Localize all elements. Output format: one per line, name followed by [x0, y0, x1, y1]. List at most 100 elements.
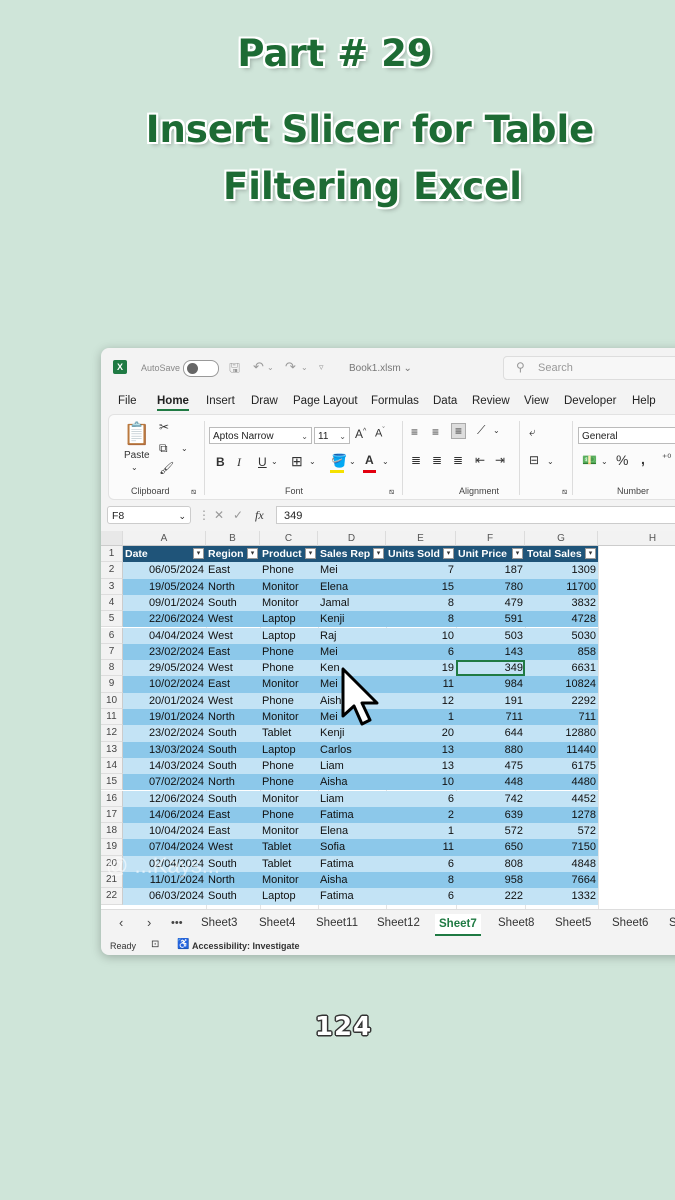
undo-icon[interactable]: ↶	[253, 359, 264, 375]
table-cell[interactable]: South	[206, 757, 260, 775]
align-right-icon[interactable]: ≣	[453, 453, 463, 467]
table-cell[interactable]: Elena	[318, 823, 386, 840]
table-cell[interactable]: Fatima	[318, 855, 386, 872]
table-cell[interactable]: West	[206, 611, 260, 628]
row-header[interactable]: 15	[101, 774, 123, 791]
table-header-cell[interactable]: Region ▾	[206, 546, 260, 563]
table-cell[interactable]: 858	[525, 643, 598, 661]
select-all-corner[interactable]	[101, 531, 123, 546]
table-cell[interactable]: 10/02/2024	[123, 676, 206, 693]
underline-button[interactable]: U	[258, 455, 267, 469]
table-cell[interactable]: Phone	[260, 660, 318, 677]
table-cell[interactable]: East	[206, 562, 260, 579]
table-cell[interactable]: 7664	[525, 872, 598, 889]
table-cell[interactable]: 1	[386, 823, 456, 840]
table-cell[interactable]: 742	[456, 790, 525, 807]
name-box[interactable]: F8 ⌄	[107, 506, 191, 524]
column-header-a[interactable]: A	[123, 531, 206, 546]
row-header[interactable]: 14	[101, 757, 123, 775]
table-cell[interactable]: Elena	[318, 578, 386, 595]
table-cell[interactable]: Liam	[318, 757, 386, 775]
table-cell[interactable]: 10	[386, 627, 456, 644]
table-cell[interactable]: 958	[456, 872, 525, 889]
table-cell[interactable]: Phone	[260, 806, 318, 824]
table-cell[interactable]: 20/01/2024	[123, 692, 206, 709]
table-cell[interactable]: 644	[456, 725, 525, 742]
table-cell[interactable]: 11440	[525, 741, 598, 758]
grow-font-icon[interactable]: A^	[355, 427, 366, 441]
table-cell[interactable]: 187	[456, 562, 525, 579]
paste-dropdown-icon[interactable]: ⌄	[131, 463, 138, 472]
paste-icon[interactable]: 📋	[123, 421, 150, 447]
row-header[interactable]: 17	[101, 806, 123, 824]
redo-dropdown-icon[interactable]: ⌄	[301, 363, 308, 372]
accessibility-icon[interactable]: ♿	[177, 939, 189, 950]
table-cell[interactable]: 19/01/2024	[123, 709, 206, 726]
column-header-d[interactable]: D	[318, 531, 386, 546]
row-header[interactable]: 18	[101, 823, 123, 840]
accounting-format-icon[interactable]: 💵	[582, 453, 597, 467]
row-header[interactable]: 9	[101, 676, 123, 693]
filter-dropdown-icon[interactable]: ▾	[585, 548, 596, 559]
table-cell[interactable]: 591	[456, 611, 525, 628]
more-options-icon[interactable]: ⋮	[198, 508, 210, 522]
orientation-icon[interactable]: ⟋	[477, 423, 485, 438]
row-header[interactable]: 8	[101, 660, 123, 677]
sheet-tab[interactable]: Sheet4	[259, 917, 295, 929]
table-cell[interactable]: Tablet	[260, 839, 318, 856]
table-cell[interactable]: East	[206, 643, 260, 661]
table-cell[interactable]: 22/06/2024	[123, 611, 206, 628]
filter-dropdown-icon[interactable]: ▾	[305, 548, 316, 559]
increase-decimal-icon[interactable]: ⁺⁰	[662, 453, 671, 464]
table-header-cell[interactable]: Product ▾	[260, 546, 318, 563]
row-header[interactable]: 16	[101, 790, 123, 807]
table-cell[interactable]: 09/01/2024	[123, 594, 206, 612]
tab-page-layout[interactable]: Page Layout	[293, 395, 358, 407]
table-cell[interactable]: Tablet	[260, 855, 318, 872]
table-cell[interactable]: Monitor	[260, 823, 318, 840]
table-cell[interactable]: Monitor	[260, 872, 318, 889]
row-header[interactable]: 6	[101, 627, 123, 644]
table-cell[interactable]: 4728	[525, 611, 598, 628]
table-cell[interactable]: 13	[386, 757, 456, 775]
table-cell[interactable]: 29/05/2024	[123, 660, 206, 677]
table-cell[interactable]: 880	[456, 741, 525, 758]
table-cell[interactable]: 650	[456, 839, 525, 856]
sheet-tab[interactable]: Sheet5	[555, 917, 591, 929]
table-cell[interactable]: North	[206, 709, 260, 726]
sheet-tab[interactable]: Sheet8	[498, 917, 534, 929]
table-header-cell[interactable]: Sales Rep ▾	[318, 546, 386, 563]
fill-color-icon[interactable]: 🪣	[331, 453, 347, 469]
table-cell[interactable]: South	[206, 888, 260, 905]
prev-sheet-icon[interactable]: ‹	[119, 915, 123, 930]
bold-button[interactable]: B	[216, 455, 225, 469]
table-cell[interactable]: 6631	[525, 660, 598, 677]
table-cell[interactable]: 448	[456, 774, 525, 791]
table-cell[interactable]: 711	[456, 709, 525, 726]
align-top-icon[interactable]: ≡	[411, 425, 418, 439]
table-cell[interactable]: 7150	[525, 839, 598, 856]
table-cell[interactable]: 06/05/2024	[123, 562, 206, 579]
table-cell[interactable]: West	[206, 692, 260, 709]
table-cell[interactable]: Aisha	[318, 774, 386, 791]
worksheet-grid[interactable]: A B C D E F G H 1 Date ▾ Region ▾ Product ▾ Sales Rep ▾ U…	[101, 531, 675, 909]
row-header[interactable]: 1	[101, 546, 123, 563]
table-header-cell[interactable]: Date ▾	[123, 546, 206, 563]
row-header[interactable]: 5	[101, 611, 123, 628]
tab-home[interactable]: Home	[157, 395, 189, 411]
tab-review[interactable]: Review	[472, 395, 510, 407]
table-cell[interactable]: 503	[456, 627, 525, 644]
tab-formulas[interactable]: Formulas	[371, 395, 419, 407]
table-cell[interactable]: Tablet	[260, 725, 318, 742]
table-cell[interactable]: 808	[456, 855, 525, 872]
table-cell[interactable]: 12880	[525, 725, 598, 742]
column-header-b[interactable]: B	[206, 531, 260, 546]
filter-dropdown-icon[interactable]: ▾	[247, 548, 258, 559]
tab-draw[interactable]: Draw	[251, 395, 278, 407]
table-cell[interactable]: Phone	[260, 643, 318, 661]
table-cell[interactable]: Sofia	[318, 839, 386, 856]
orientation-dropdown-icon[interactable]: ⌄	[493, 426, 500, 435]
merge-center-icon[interactable]: ⊟	[529, 453, 539, 467]
filter-dropdown-icon[interactable]: ▾	[443, 548, 454, 559]
row-header[interactable]: 12	[101, 725, 123, 742]
